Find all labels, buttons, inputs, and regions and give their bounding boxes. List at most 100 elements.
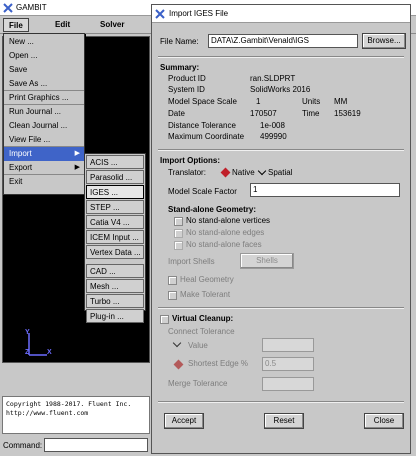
menu-file[interactable]: File (3, 18, 29, 32)
model-scale-factor-field[interactable]: 1 (250, 183, 400, 197)
import-plug-in[interactable]: Plug-in ... (86, 309, 144, 323)
product-id-value: ran.SLDPRT (250, 74, 296, 83)
app-title: GAMBIT (16, 3, 47, 12)
file-menu-print-graphics[interactable]: Print Graphics ... (4, 91, 84, 105)
heal-geometry-checkbox[interactable] (168, 276, 177, 285)
import-iges-dialog: Import IGES File File Name: DATA\Z.Gambi… (151, 4, 411, 454)
distance-tolerance-label: Distance Tolerance (168, 121, 236, 130)
divider (158, 56, 404, 58)
product-id-label: Product ID (168, 74, 206, 83)
no-standalone-edges-checkbox[interactable] (174, 229, 183, 238)
make-tolerant-label: Make Tolerant (180, 290, 231, 299)
file-menu-import-label: Import (9, 149, 32, 158)
import-acis[interactable]: ACIS ... (86, 155, 144, 169)
command-row: Command: (0, 434, 150, 456)
connect-tolerance-label: Connect Tolerance (168, 327, 235, 336)
import-mesh[interactable]: Mesh ... (86, 279, 144, 293)
no-standalone-faces-label: No stand-alone faces (186, 240, 262, 249)
import-iges[interactable]: IGES ... (86, 185, 144, 199)
import-vertex-data[interactable]: Vertex Data ... (86, 245, 144, 259)
virtual-cleanup-checkbox[interactable] (160, 315, 169, 324)
file-menu-save-as[interactable]: Save As ... (4, 77, 84, 91)
import-cad[interactable]: CAD ... (86, 264, 144, 278)
import-turbo[interactable]: Turbo ... (86, 294, 144, 308)
native-radio-selected-icon[interactable] (220, 167, 231, 178)
date-value: 170507 (250, 109, 277, 118)
gambit-logo-icon (155, 8, 165, 19)
import-catia-v4[interactable]: Catia V4 ... (86, 215, 144, 229)
menu-edit[interactable]: Edit (50, 18, 75, 32)
command-input[interactable] (44, 438, 148, 452)
native-radio-label[interactable]: Native (232, 168, 255, 177)
import-shells-value: Shells (256, 256, 278, 265)
date-label: Date (168, 109, 185, 118)
axis-z-label: Z (25, 349, 30, 356)
accept-button[interactable]: Accept (164, 413, 204, 429)
import-icem-input[interactable]: ICEM Input ... (86, 230, 144, 244)
file-menu-save[interactable]: Save (4, 63, 84, 77)
dialog-titlebar: Import IGES File (152, 5, 410, 23)
transcript-line: Copyright 1988-2017. Fluent Inc. (6, 400, 132, 408)
file-menu-export[interactable]: Export ▶ (4, 161, 84, 175)
no-standalone-edges-label: No stand-alone edges (186, 228, 265, 237)
menu-solver[interactable]: Solver (95, 18, 129, 32)
translator-label: Translator: (168, 168, 206, 177)
file-menu-view-file[interactable]: View File ... (4, 133, 84, 147)
heal-geometry-label: Heal Geometry (180, 275, 234, 284)
browse-button[interactable]: Browse... (362, 33, 406, 49)
max-coordinate-value: 499990 (260, 132, 287, 141)
command-label: Command: (3, 441, 43, 450)
file-name-label: File Name: (160, 37, 199, 46)
make-tolerant-checkbox[interactable] (168, 291, 177, 300)
no-standalone-faces-checkbox[interactable] (174, 241, 183, 250)
units-label: Units (302, 97, 321, 106)
divider (158, 307, 404, 309)
transcript-line: http://www.fluent.com (6, 409, 89, 417)
value-field[interactable] (262, 338, 314, 352)
import-submenu: ACIS ... Parasolid ... IGES ... STEP ...… (84, 153, 146, 323)
gambit-logo-icon (3, 2, 13, 13)
value-radio-icon[interactable] (172, 338, 182, 348)
model-scale-factor-label: Model Scale Factor (168, 187, 237, 196)
spatial-radio-label[interactable]: Spatial (268, 168, 292, 177)
import-parasolid[interactable]: Parasolid ... (86, 170, 144, 184)
divider (158, 401, 404, 403)
file-name-field[interactable]: DATA\Z.Gambit\Venald\IGS (208, 34, 358, 48)
merge-tolerance-label: Merge Tolerance (168, 379, 228, 388)
file-menu-new[interactable]: New ... (4, 35, 84, 49)
spatial-radio-icon[interactable] (257, 166, 267, 176)
dialog-title: Import IGES File (169, 9, 229, 18)
submenu-arrow-icon: ▶ (74, 150, 80, 157)
divider (158, 149, 404, 151)
file-menu-open[interactable]: Open ... (4, 49, 84, 63)
axis-y-label: Y (25, 329, 30, 336)
file-menu-import[interactable]: Import ▶ (4, 147, 84, 161)
import-step[interactable]: STEP ... (86, 200, 144, 214)
file-menu-run-journal[interactable]: Run Journal ... (4, 105, 84, 119)
units-value: MM (334, 97, 348, 106)
no-standalone-vertices-label: No stand-alone vertices (186, 216, 271, 225)
file-menu-clean-journal[interactable]: Clean Journal ... (4, 119, 84, 133)
axis-x-label: X (47, 349, 52, 356)
file-menu-exit[interactable]: Exit (4, 175, 84, 189)
submenu-arrow-icon: ▶ (74, 164, 80, 171)
transcript-panel: Copyright 1988-2017. Fluent Inc. http://… (2, 396, 150, 434)
summary-heading: Summary: (160, 63, 200, 72)
close-button[interactable]: Close (364, 413, 404, 429)
import-shells-label: Import Shells (168, 257, 215, 266)
system-id-label: System ID (168, 85, 205, 94)
time-label: Time (302, 109, 320, 118)
merge-tolerance-field[interactable] (262, 377, 314, 391)
import-shells-dropdown[interactable]: Shells (240, 253, 294, 269)
shortest-edge-field[interactable]: 0.5 (262, 357, 314, 371)
import-options-heading: Import Options: (160, 156, 220, 165)
distance-tolerance-value: 1e-008 (260, 121, 285, 130)
system-id-value: SolidWorks 2016 (250, 85, 311, 94)
bottom-panel (0, 363, 150, 396)
shortest-edge-radio-selected-icon[interactable] (173, 359, 184, 370)
time-value: 153619 (334, 109, 361, 118)
reset-button[interactable]: Reset (264, 413, 304, 429)
value-radio-label: Value (188, 341, 208, 350)
model-space-scale-label: Model Space Scale (168, 97, 237, 106)
no-standalone-vertices-checkbox[interactable] (174, 217, 183, 226)
